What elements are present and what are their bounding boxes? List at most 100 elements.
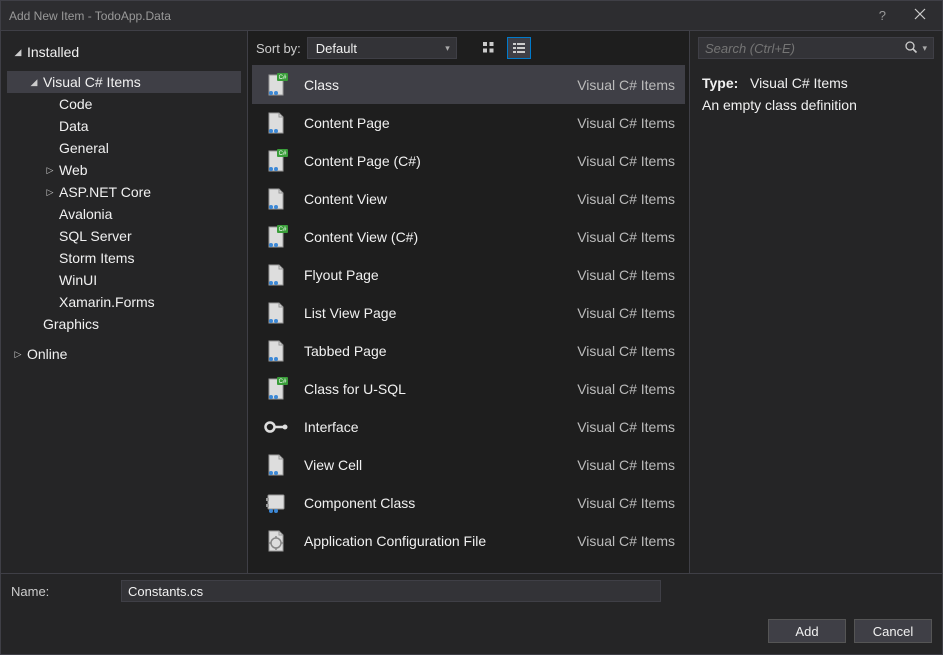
search-icon	[904, 40, 918, 57]
template-item[interactable]: Application Configuration File Visual C# …	[252, 522, 685, 560]
list-icon	[512, 41, 526, 55]
tree-node-sql-server[interactable]: SQL Server	[7, 225, 241, 247]
dialog-window: Add New Item - TodoApp.Data ? ◢ Installe…	[0, 0, 943, 655]
template-item[interactable]: View CellVisual C# Items	[252, 446, 685, 484]
template-name: Tabbed Page	[304, 343, 563, 359]
template-icon	[262, 185, 290, 213]
type-line: Type: Visual C# Items	[702, 75, 930, 91]
template-icon	[262, 109, 290, 137]
add-button[interactable]: Add	[768, 619, 846, 643]
tree-node-web[interactable]: ▷Web	[7, 159, 241, 181]
template-category: Visual C# Items	[577, 533, 675, 549]
template-category: Visual C# Items	[577, 267, 675, 283]
category-tree-panel: ◢ Installed ◢ Visual C# Items Code Data …	[1, 31, 247, 573]
chevron-down-icon[interactable]: ▾	[922, 43, 927, 54]
template-category: Visual C# Items	[577, 381, 675, 397]
template-name: Flyout Page	[304, 267, 563, 283]
name-input[interactable]	[121, 580, 661, 602]
template-item[interactable]: Tabbed Page Visual C# Items	[252, 332, 685, 370]
type-label: Type:	[702, 75, 738, 91]
tree-node-winui[interactable]: WinUI	[7, 269, 241, 291]
expander-icon: ◢	[27, 77, 41, 88]
template-category: Visual C# Items	[577, 343, 675, 359]
sort-value: Default	[316, 41, 357, 56]
template-name: Content Page (C#)	[304, 153, 563, 169]
template-category: Visual C# Items	[577, 77, 675, 93]
template-category: Visual C# Items	[577, 115, 675, 131]
view-list-button[interactable]	[507, 37, 531, 59]
category-tree: ◢ Installed ◢ Visual C# Items Code Data …	[7, 41, 241, 365]
cancel-button[interactable]: Cancel	[854, 619, 932, 643]
template-icon: C#	[262, 147, 290, 175]
template-item[interactable]: Content PageVisual C# Items	[252, 104, 685, 142]
template-category: Visual C# Items	[577, 229, 675, 245]
type-value: Visual C# Items	[750, 75, 848, 91]
template-icon: C#	[262, 71, 290, 99]
svg-text:C#: C#	[279, 75, 287, 81]
template-category: Visual C# Items	[577, 495, 675, 511]
template-category: Visual C# Items	[577, 191, 675, 207]
chevron-down-icon: ▾	[445, 43, 450, 54]
close-button[interactable]	[906, 8, 934, 23]
template-name: View Cell	[304, 457, 563, 473]
template-icon	[262, 527, 290, 555]
search-input[interactable]	[705, 41, 904, 56]
tree-node-code[interactable]: Code	[7, 93, 241, 115]
tree-node-xamarin-forms[interactable]: Xamarin.Forms	[7, 291, 241, 313]
template-item[interactable]: Flyout Page Visual C# Items	[252, 256, 685, 294]
template-item[interactable]: List View PageVisual C# Items	[252, 294, 685, 332]
template-item[interactable]: C# Content Page (C#) Visual C# Items	[252, 142, 685, 180]
template-name: Content View	[304, 191, 563, 207]
sort-dropdown[interactable]: Default ▾	[307, 37, 457, 59]
grid-icon	[482, 41, 496, 55]
tree-node-general[interactable]: General	[7, 137, 241, 159]
tree-node-storm-items[interactable]: Storm Items	[7, 247, 241, 269]
template-name: Class	[304, 77, 563, 93]
template-icon	[262, 565, 290, 569]
template-item[interactable]: C#Content View (C#)Visual C# Items	[252, 218, 685, 256]
template-category: Visual C# Items	[577, 419, 675, 435]
template-item[interactable]: C# Class for U-SQL Visual C# Items	[252, 370, 685, 408]
expander-icon: ▷	[11, 349, 25, 360]
expander-icon: ▷	[43, 165, 57, 176]
sort-toolbar: Sort by: Default ▾	[248, 31, 689, 65]
template-panel: Sort by: Default ▾ C# Class Visual C# Item…	[247, 31, 690, 573]
template-item[interactable]: Component Class Visual C# Items	[252, 484, 685, 522]
expander-icon: ◢	[11, 47, 25, 58]
template-item[interactable]: C# Class Visual C# Items	[252, 66, 685, 104]
template-name: Class for U-SQL	[304, 381, 563, 397]
template-icon	[262, 261, 290, 289]
template-category: Visual C# Items	[577, 153, 675, 169]
button-row: Add Cancel	[1, 608, 942, 654]
details-panel: ▾ Type: Visual C# Items An empty class d…	[690, 31, 942, 573]
view-large-icons-button[interactable]	[477, 37, 501, 59]
template-list[interactable]: C#ClassVisual C# ItemsContent PageVisual…	[252, 65, 685, 569]
tree-node-graphics[interactable]: Graphics	[7, 313, 241, 335]
template-item[interactable]: Application Manifest File (WindowsVisual…	[252, 560, 685, 569]
tree-node-data[interactable]: Data	[7, 115, 241, 137]
template-category: Visual C# Items	[577, 305, 675, 321]
template-item[interactable]: Interface Visual C# Items	[252, 408, 685, 446]
sort-by-label: Sort by:	[256, 41, 301, 56]
template-icon: C#	[262, 375, 290, 403]
svg-text:C#: C#	[279, 227, 287, 233]
tree-node-aspnet-core[interactable]: ▷ASP.NET Core	[7, 181, 241, 203]
tree-node-avalonia[interactable]: Avalonia	[7, 203, 241, 225]
template-name: Application Configuration File	[304, 533, 563, 549]
search-row: ▾	[690, 31, 942, 65]
template-icon	[262, 299, 290, 327]
search-box[interactable]: ▾	[698, 37, 934, 59]
svg-text:C#: C#	[279, 151, 287, 157]
template-icon	[262, 337, 290, 365]
template-icon	[262, 451, 290, 479]
tree-node-installed[interactable]: ◢ Installed	[7, 41, 241, 63]
dialog-footer: Name: Add Cancel	[1, 573, 942, 654]
template-name: Component Class	[304, 495, 563, 511]
help-button[interactable]: ?	[879, 8, 886, 23]
template-item[interactable]: Content View Visual C# Items	[252, 180, 685, 218]
template-name: Interface	[304, 419, 563, 435]
tree-node-visual-csharp-items[interactable]: ◢ Visual C# Items	[7, 71, 241, 93]
name-row: Name:	[1, 574, 942, 608]
tree-node-online[interactable]: ▷ Online	[7, 343, 241, 365]
template-details: Type: Visual C# Items An empty class def…	[690, 65, 942, 123]
